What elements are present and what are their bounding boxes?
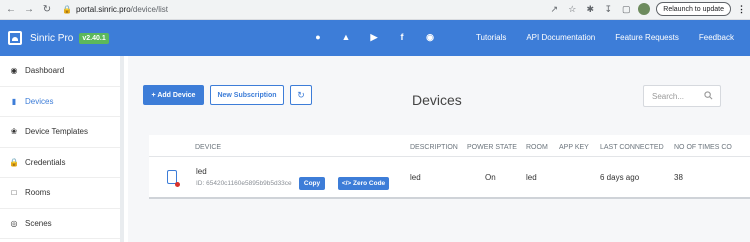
extensions-icon[interactable]: ✱ [584, 3, 596, 15]
sidebar-item-device-templates[interactable]: ❀ Device Templates [0, 117, 120, 148]
reload-icon[interactable]: ↻ [40, 3, 54, 17]
column-header-power-state: POWER STATE [467, 144, 517, 151]
link-api-documentation[interactable]: API Documentation [526, 33, 595, 42]
search-box[interactable] [643, 85, 721, 107]
download-icon[interactable]: ↧ [602, 3, 614, 15]
forward-icon[interactable]: → [22, 3, 36, 17]
sidebar-item-dashboard[interactable]: ◉ Dashboard [0, 56, 120, 87]
sidebar-item-label: Scenes [25, 218, 52, 228]
status-dot [175, 182, 180, 187]
url-path: /device/list [130, 5, 169, 14]
app-header: Sinric Pro v2.40.1 ● ▲ ▶ f ◉ Tutorials A… [0, 20, 750, 56]
sidebar-item-label: Rooms [25, 188, 51, 198]
sidebar-item-rooms[interactable]: □ Rooms [0, 178, 120, 209]
column-header-times-connected: NO OF TIMES CO [674, 144, 732, 151]
sidebar-item-credentials[interactable]: 🔒 Credentials [0, 148, 120, 178]
lock-icon: 🔒 [62, 5, 72, 14]
rooms-icon: □ [11, 188, 17, 198]
version-badge: v2.40.1 [79, 32, 109, 44]
share-icon[interactable]: ↗ [548, 3, 560, 15]
apple-icon[interactable]: ● [313, 32, 323, 42]
logo-icon[interactable] [8, 31, 22, 45]
zero-code-button[interactable]: </> Zero Code [338, 177, 389, 190]
android-icon[interactable]: ▲ [341, 32, 351, 42]
menu-icon[interactable]: ⋮ [737, 4, 746, 15]
device-name[interactable]: led [196, 167, 207, 176]
brand-name[interactable]: Sinric Pro [30, 33, 73, 44]
device-id: ID: 65420c1160e5895b9b5d33ce [196, 180, 292, 187]
device-description: led [410, 173, 421, 182]
last-connected: 6 days ago [600, 173, 640, 182]
sidebar-item-scenes[interactable]: ◎ Scenes [0, 209, 120, 239]
refresh-icon: ↻ [297, 89, 305, 100]
sidebar-item-devices[interactable]: ▮ Devices [0, 87, 120, 117]
sidebar-item-label: Credentials [25, 157, 66, 167]
sidepanel-icon[interactable]: ▢ [620, 3, 632, 15]
github-icon[interactable]: ◉ [425, 32, 435, 42]
table-header-divider [149, 156, 750, 157]
add-device-button[interactable]: + Add Device [143, 85, 204, 105]
avatar[interactable] [638, 3, 651, 15]
back-icon[interactable]: ← [4, 3, 18, 17]
relaunch-button[interactable]: Relaunch to update [656, 2, 731, 16]
sidebar: ◉ Dashboard ▮ Devices ❀ Device Templates… [0, 56, 124, 242]
main-content: + Add Device New Subscription ↻ Devices … [128, 56, 750, 242]
sidebar-item-label: Dashboard [25, 66, 65, 76]
star-icon[interactable]: ☆ [566, 3, 578, 15]
url-host: portal.sinric.pro [75, 5, 131, 14]
link-feature-requests[interactable]: Feature Requests [615, 33, 679, 42]
device-room: led [526, 173, 537, 182]
search-icon[interactable] [704, 91, 713, 100]
page-title: Devices [412, 92, 462, 108]
device-templates-icon: ❀ [10, 127, 18, 137]
facebook-icon[interactable]: f [397, 32, 407, 42]
times-connected: 38 [674, 173, 683, 182]
link-feedback[interactable]: Feedback [699, 33, 734, 42]
browser-toolbar: ← → ↻ 🔒 portal.sinric.pro/device/list ↗ … [0, 0, 750, 20]
scenes-icon: ◎ [10, 218, 18, 228]
device-icon: ▮ [11, 96, 17, 106]
lock-icon: 🔒 [9, 157, 19, 167]
column-header-app-key: APP KEY [559, 144, 589, 151]
link-tutorials[interactable]: Tutorials [476, 33, 506, 42]
refresh-button[interactable]: ↻ [290, 85, 312, 105]
column-header-last-connected: LAST CONNECTED [600, 144, 664, 151]
column-header-room: ROOM [526, 144, 548, 151]
dashboard-icon: ◉ [10, 66, 18, 76]
devices-table: DEVICE DESCRIPTION POWER STATE ROOM APP … [149, 135, 750, 199]
sidebar-item-label: Devices [25, 96, 54, 106]
address-bar[interactable]: portal.sinric.pro/device/list [76, 5, 168, 14]
sidebar-item-label: Device Templates [25, 127, 88, 137]
new-subscription-button[interactable]: New Subscription [210, 85, 284, 105]
youtube-icon[interactable]: ▶ [369, 32, 379, 42]
power-state: On [485, 173, 496, 182]
column-header-description: DESCRIPTION [410, 144, 458, 151]
column-header-device: DEVICE [195, 144, 222, 151]
search-input[interactable] [652, 91, 704, 101]
copy-button[interactable]: Copy [299, 177, 325, 190]
